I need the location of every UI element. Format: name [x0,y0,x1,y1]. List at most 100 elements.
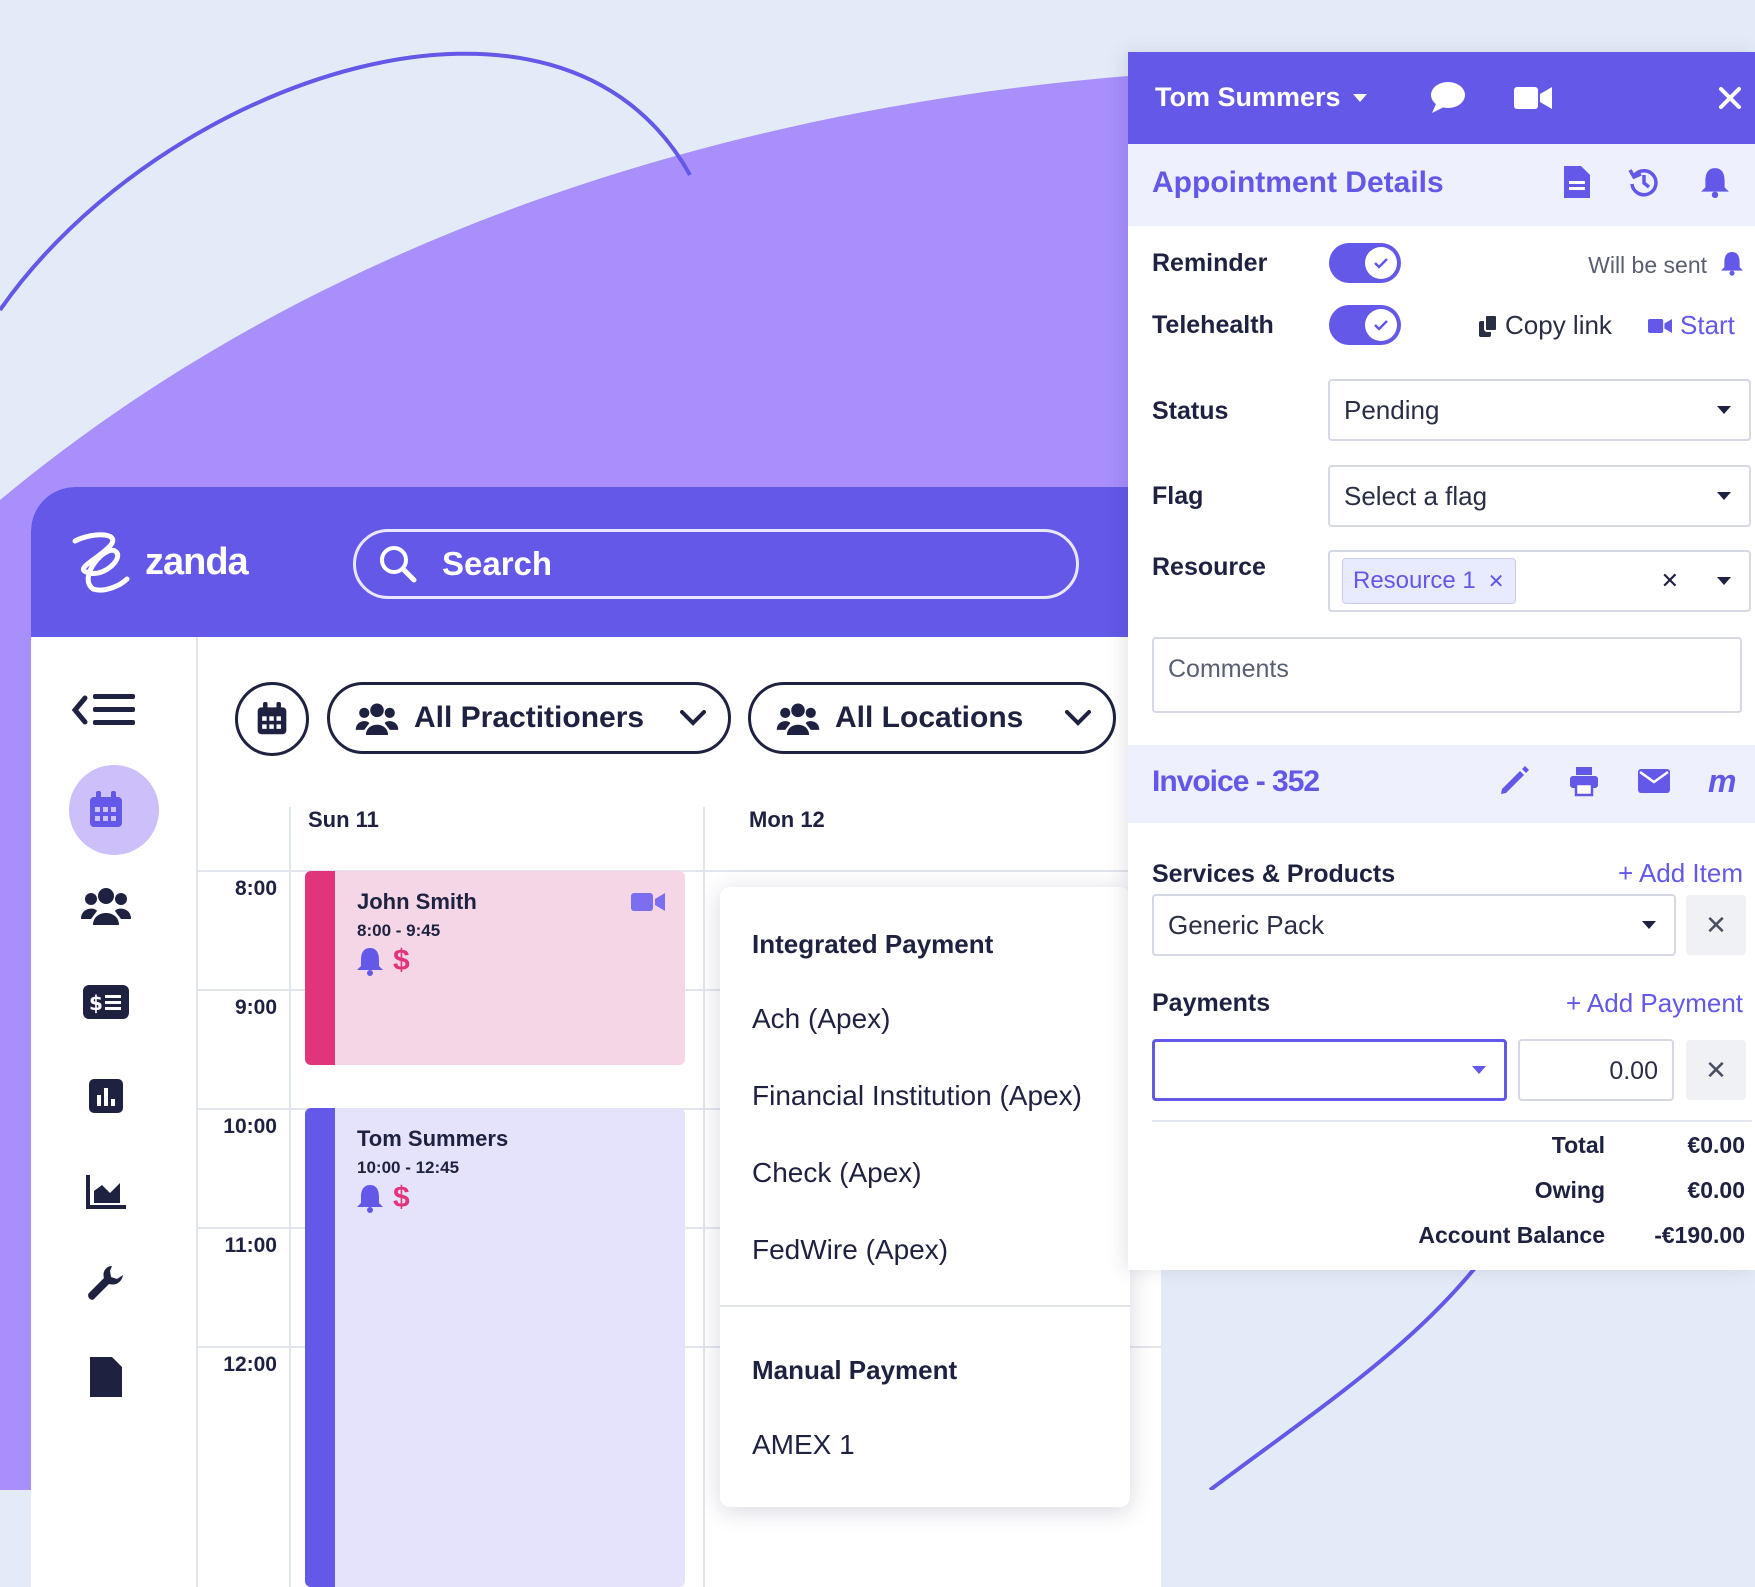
video-icon [1648,318,1672,333]
calendar-icon [257,702,287,735]
comments-placeholder: Comments [1168,655,1289,683]
caret-down-icon [1352,93,1367,102]
menu-item-fedwire[interactable]: FedWire (Apex) [752,1234,948,1266]
reminder-status: Will be sent [1588,252,1707,278]
video-call-icon[interactable] [1514,86,1552,110]
status-select[interactable]: Pending [1328,379,1751,441]
appointment-client-name: Tom Summers [357,1126,509,1151]
history-icon[interactable] [1628,166,1660,198]
resource-tag: Resource 1 ✕ [1342,558,1516,604]
reports-icon[interactable] [71,1061,141,1131]
payment-method-menu: Integrated Payment Ach (Apex) Financial … [720,887,1130,1507]
remove-payment-button[interactable]: ✕ [1686,1040,1746,1100]
clear-icon[interactable]: ✕ [1661,568,1679,594]
copy-icon [1479,314,1497,337]
appointment-time: 8:00 - 9:45 [357,921,441,940]
group-icon [355,703,399,735]
account-balance-label: Account Balance [1418,1222,1605,1248]
chevron-down-icon [680,710,706,726]
appointment-card[interactable]: John Smith 8:00 - 9:45 $ [305,871,685,1065]
service-select[interactable]: Generic Pack [1152,894,1676,956]
email-icon[interactable] [1638,769,1670,793]
practitioners-filter[interactable]: All Practitioners [327,682,731,754]
invoice-header: Invoice - 352 m [1128,745,1755,823]
copy-link-label: Copy link [1505,310,1612,340]
comments-input[interactable]: Comments [1152,637,1742,713]
zanda-logo[interactable]: zanda [65,529,249,595]
caret-down-icon [1642,921,1656,929]
caret-down-icon [1717,492,1731,500]
copy-link-button[interactable]: Copy link [1479,310,1612,341]
locations-filter[interactable]: All Locations [748,682,1116,754]
clients-icon[interactable] [71,870,141,940]
reminder-bell-icon [357,948,383,976]
payment-amount-input[interactable]: 0.00 [1518,1039,1674,1101]
appointment-client-name: John Smith [357,889,477,914]
chat-icon[interactable] [1430,80,1466,114]
menu-header-manual: Manual Payment [752,1355,958,1385]
calendar-icon[interactable] [71,775,141,845]
telehealth-toggle[interactable] [1329,305,1401,345]
add-payment-button[interactable]: + Add Payment [1566,988,1743,1019]
time-label: 10:00 [223,1115,277,1138]
zanda-logo-icon [72,532,130,593]
bell-icon [1721,252,1743,276]
appointment-card[interactable]: Tom Summers 10:00 - 12:45 $ [305,1108,685,1587]
caret-down-icon [1717,406,1731,414]
documents-icon[interactable] [71,1342,141,1412]
caret-down-icon [1717,577,1731,585]
time-label: 11:00 [224,1234,277,1257]
day-header-sun: Sun 11 [308,807,379,832]
search-icon [380,546,417,583]
payment-method-select[interactable] [1152,1039,1507,1101]
menu-item-ach[interactable]: Ach (Apex) [752,1003,891,1035]
patient-name: Tom Summers [1155,82,1341,112]
patient-selector[interactable]: Tom Summers [1155,82,1367,113]
menu-header-integrated: Integrated Payment [752,929,994,959]
search-placeholder: Search [442,545,553,582]
payment-dollar-icon: $ [393,944,410,977]
reminder-toggle[interactable] [1329,243,1401,283]
flag-label: Flag [1152,482,1204,510]
total-label: Total [1551,1132,1605,1158]
telehealth-label: Telehealth [1152,311,1274,339]
edit-pencil-icon[interactable] [1498,765,1530,797]
document-icon[interactable] [1564,166,1590,198]
menu-item-amex[interactable]: AMEX 1 [752,1429,855,1461]
appointment-color-bar [305,871,335,1065]
add-item-button[interactable]: + Add Item [1618,858,1743,889]
menu-collapse-icon[interactable] [71,675,141,745]
check-icon [1374,258,1388,269]
start-telehealth-button[interactable]: Start [1648,310,1735,341]
analytics-icon[interactable] [71,1157,141,1227]
total-value: €0.00 [1687,1132,1745,1158]
app-header: zanda Search [31,487,1161,637]
flag-placeholder: Select a flag [1344,480,1488,511]
appointment-color-bar [305,1108,335,1587]
chevron-down-icon [1065,710,1091,726]
services-label: Services & Products [1152,860,1396,888]
m-icon[interactable]: m [1708,763,1736,800]
resource-tag-label: Resource 1 [1353,567,1476,594]
notification-bell-icon[interactable] [1700,166,1730,198]
settings-wrench-icon[interactable] [71,1249,141,1319]
date-picker-button[interactable] [235,682,309,756]
payments-label: Payments [1152,989,1271,1017]
close-icon[interactable] [1718,86,1742,110]
account-balance-value: -€190.00 [1654,1222,1745,1248]
print-icon[interactable] [1568,765,1600,797]
search-input[interactable]: Search [353,529,1079,599]
remove-service-button[interactable]: ✕ [1686,895,1746,955]
caret-down-icon [1472,1066,1486,1074]
invoice-title: Invoice - 352 [1152,765,1320,798]
resource-select[interactable]: Resource 1 ✕ ✕ [1328,550,1751,612]
menu-item-check[interactable]: Check (Apex) [752,1157,922,1189]
menu-item-financial-institution[interactable]: Financial Institution (Apex) [752,1080,1082,1112]
flag-select[interactable]: Select a flag [1328,465,1751,527]
panel-header: Tom Summers [1128,52,1755,144]
appointment-time: 10:00 - 12:45 [357,1158,460,1177]
billing-icon[interactable]: $ [71,967,141,1037]
service-value: Generic Pack [1168,909,1325,940]
time-label: 9:00 [234,996,277,1019]
remove-tag-icon[interactable]: ✕ [1488,569,1505,594]
